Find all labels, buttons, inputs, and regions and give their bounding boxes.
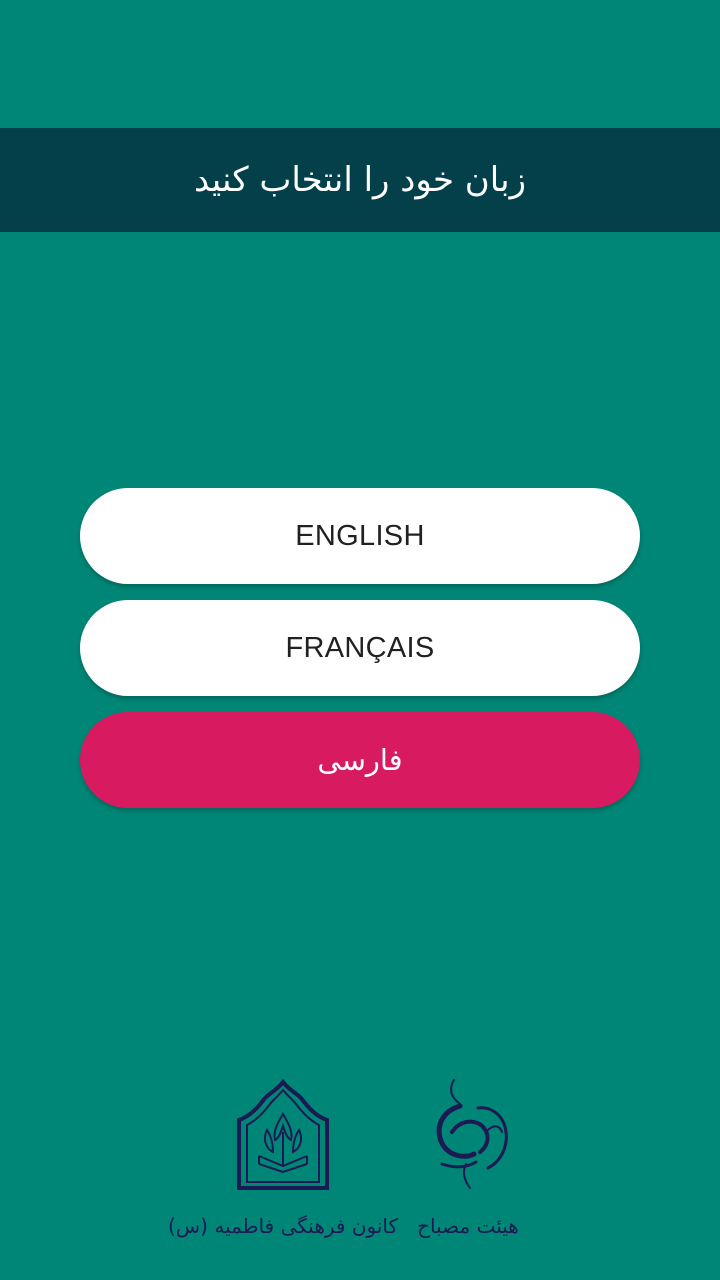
language-button-french[interactable]: FRANÇAIS: [80, 600, 640, 696]
language-button-english[interactable]: ENGLISH: [80, 488, 640, 584]
page-title: زبان خود را انتخاب کنید: [193, 160, 527, 200]
sponsor-logos: کانون فرهنگی فاطمیه (س) هیئت مصباح: [0, 1076, 720, 1246]
logo-caption: کانون فرهنگی فاطمیه (س): [167, 1214, 399, 1238]
top-app-bar: زبان خود را انتخاب کنید: [0, 128, 720, 232]
heyat-mesbah-logo: [436, 1079, 508, 1189]
logo-caption: هیئت مصباح: [417, 1214, 519, 1238]
heyat-mesbah-logo-block: هیئت مصباح: [405, 1076, 531, 1238]
language-button-label: فارسی: [317, 742, 403, 777]
kanoon-farhangi-fatemieh-logo-block: کانون فرهنگی فاطمیه (س): [168, 1076, 398, 1238]
language-button-farsi[interactable]: فارسی: [80, 712, 640, 808]
kanoon-farhangi-fatemieh-logo: [237, 1078, 329, 1190]
language-button-label: FRANÇAIS: [285, 631, 435, 664]
language-button-label: ENGLISH: [295, 519, 425, 552]
